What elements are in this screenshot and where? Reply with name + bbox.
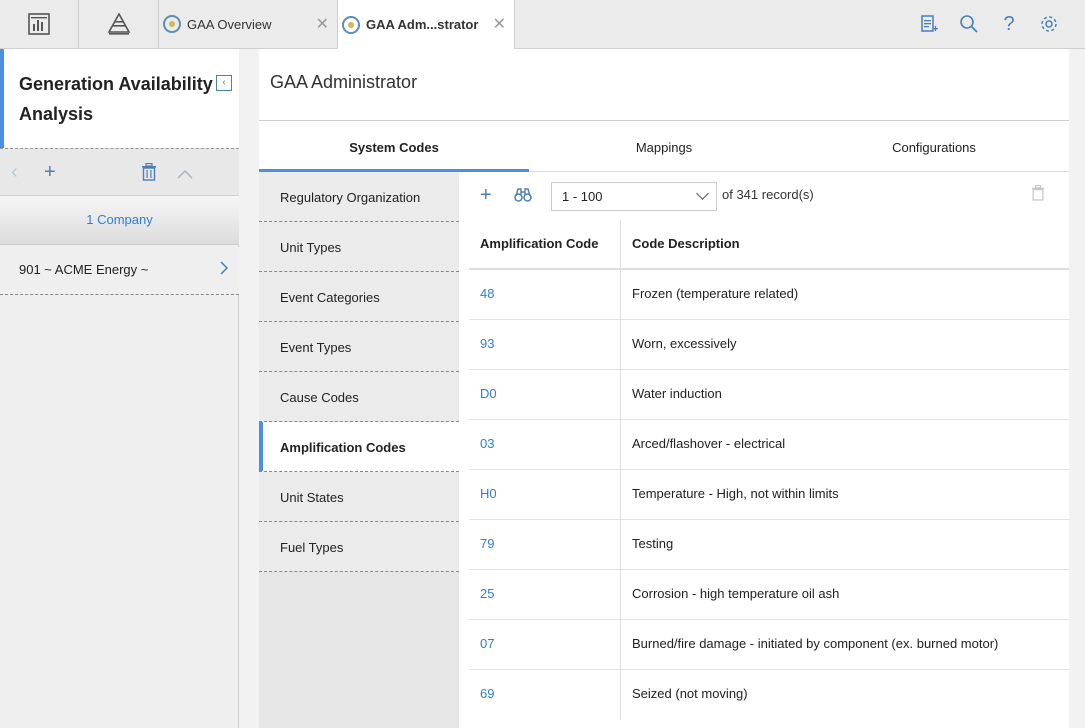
category-event-categories[interactable]: Event Categories: [259, 272, 459, 322]
category-unit-states[interactable]: Unit States: [259, 472, 459, 522]
table-row[interactable]: 79 Testing: [469, 520, 1069, 570]
code-link[interactable]: D0: [469, 370, 621, 420]
code-description: Worn, excessively: [632, 336, 737, 351]
category-cause-codes[interactable]: Cause Codes: [259, 372, 459, 422]
panel-title-text: Generation Availability Analysis: [19, 74, 213, 124]
trash-icon[interactable]: [141, 162, 157, 187]
code-description: Frozen (temperature related): [632, 286, 799, 301]
category-amplification-codes[interactable]: Amplification Codes: [259, 422, 459, 472]
binoculars-icon[interactable]: [514, 186, 532, 209]
page-title: GAA Administrator: [259, 49, 1069, 121]
code-link[interactable]: 48: [469, 270, 621, 320]
list-item[interactable]: 901 ~ ACME Energy ~: [0, 247, 239, 295]
tab-configurations[interactable]: Configurations: [799, 121, 1069, 172]
table-row[interactable]: D0 Water induction: [469, 370, 1069, 420]
tab-system-codes[interactable]: System Codes: [259, 121, 529, 172]
category-unit-types[interactable]: Unit Types: [259, 222, 459, 272]
table-header: Amplification Code Code Description: [469, 220, 1069, 270]
code-link[interactable]: 25: [469, 570, 621, 620]
gaa-tab-icon: [163, 15, 181, 33]
table-row[interactable]: 48 Frozen (temperature related): [469, 270, 1069, 320]
dashboard-icon: [28, 13, 50, 35]
dashboard-button[interactable]: [0, 0, 79, 48]
tab-label: GAA Adm...strator: [366, 17, 479, 32]
table-row[interactable]: 07 Burned/fire damage - initiated by com…: [469, 620, 1069, 670]
collapse-up-icon[interactable]: [176, 163, 194, 186]
close-icon[interactable]: ✕: [316, 14, 329, 34]
list-item-label: 901 ~ ACME Energy ~: [19, 262, 149, 277]
help-icon[interactable]: ?: [997, 12, 1021, 36]
page-range-select[interactable]: 1 - 100: [551, 182, 717, 211]
collapse-panel-icon[interactable]: ‹: [216, 75, 232, 91]
company-group-header[interactable]: 1 Company: [0, 196, 239, 245]
code-description: Temperature - High, not within limits: [632, 486, 839, 501]
code-link[interactable]: 03: [469, 420, 621, 470]
panel-title: Generation Availability Analysis: [0, 49, 239, 148]
left-toolbar: ‹ +: [0, 148, 239, 196]
code-description: Seized (not moving): [632, 686, 748, 701]
tab-gaa-overview[interactable]: GAA Overview ✕: [159, 0, 337, 48]
left-panel: Generation Availability Analysis ‹ ‹ + 1…: [0, 49, 239, 728]
settings-icon[interactable]: [1037, 12, 1061, 36]
close-icon[interactable]: ✕: [493, 14, 506, 34]
tab-label: GAA Overview: [187, 16, 272, 32]
subtab-bar: System Codes Mappings Configurations: [259, 121, 1069, 172]
category-regulatory-organization[interactable]: Regulatory Organization: [259, 172, 459, 222]
report-icon[interactable]: [917, 12, 941, 36]
code-description: Water induction: [632, 386, 722, 401]
column-header-code[interactable]: Amplification Code: [469, 220, 621, 268]
hierarchy-icon: [107, 13, 130, 35]
chevron-right-icon: [219, 247, 229, 310]
code-category-list: Regulatory Organization Unit Types Event…: [259, 172, 459, 728]
grid-toolbar: + 1 - 100 of 341 record(s): [459, 172, 1069, 220]
table-row[interactable]: 69 Seized (not moving): [469, 670, 1069, 720]
chevron-down-icon: [696, 187, 709, 200]
column-header-description[interactable]: Code Description: [621, 220, 1069, 268]
record-count: of 341 record(s): [722, 187, 814, 202]
main-area: GAA Administrator System Codes Mappings …: [240, 49, 1085, 728]
code-link[interactable]: H0: [469, 470, 621, 520]
trash-icon[interactable]: [1031, 185, 1045, 206]
grid-area: + 1 - 100 of 341 record(s) Amplification…: [459, 172, 1069, 728]
table-row[interactable]: 93 Worn, excessively: [469, 320, 1069, 370]
category-event-types[interactable]: Event Types: [259, 322, 459, 372]
code-link[interactable]: 79: [469, 520, 621, 570]
code-description: Corrosion - high temperature oil ash: [632, 586, 840, 601]
code-description: Testing: [632, 536, 674, 551]
tab-mappings[interactable]: Mappings: [529, 121, 799, 172]
gaa-tab-icon: [342, 15, 360, 34]
code-link[interactable]: 93: [469, 320, 621, 370]
top-bar: GAA Overview ✕ GAA Adm...strator ✕ ?: [0, 0, 1085, 49]
table-row[interactable]: H0 Temperature - High, not within limits: [469, 470, 1069, 520]
hierarchy-button[interactable]: [79, 0, 159, 48]
code-description: Arced/flashover - electrical: [632, 436, 786, 451]
add-icon[interactable]: +: [44, 161, 56, 184]
table-row[interactable]: 03 Arced/flashover - electrical: [469, 420, 1069, 470]
tab-gaa-administrator[interactable]: GAA Adm...strator ✕: [337, 0, 515, 49]
code-link[interactable]: 07: [469, 620, 621, 670]
code-link[interactable]: 69: [469, 670, 621, 720]
back-icon[interactable]: ‹: [11, 161, 18, 184]
code-description: Burned/fire damage - initiated by compon…: [632, 636, 999, 651]
add-record-icon[interactable]: +: [480, 184, 492, 207]
page-range-value: 1 - 100: [562, 189, 603, 204]
table-row[interactable]: 25 Corrosion - high temperature oil ash: [469, 570, 1069, 620]
search-icon[interactable]: [957, 12, 981, 36]
category-fuel-types[interactable]: Fuel Types: [259, 522, 459, 572]
